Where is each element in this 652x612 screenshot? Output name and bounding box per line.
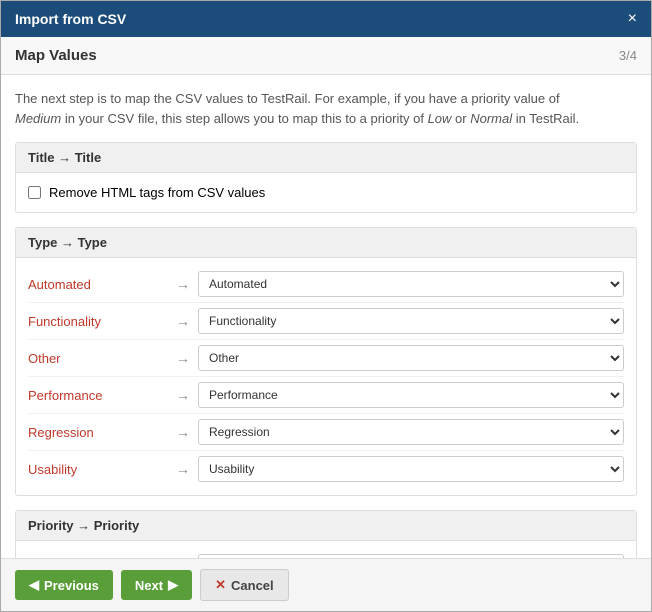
type-mapping-row: Automated→AutomatedFunctionalityOtherPer… [28,266,624,303]
type-select[interactable]: AutomatedFunctionalityOtherPerformanceRe… [198,456,624,482]
type-label: Performance [28,388,168,403]
arrow-icon: → [168,461,198,477]
remove-html-checkbox[interactable] [28,186,41,199]
type-label: Usability [28,462,168,477]
type-mapping-row: Regression→AutomatedFunctionalityOtherPe… [28,414,624,451]
type-section-header: Type → Type [16,228,636,258]
normal-text: Normal [470,111,512,126]
arrow-icon: → [168,313,198,329]
type-mapping-row: Usability→AutomatedFunctionalityOtherPer… [28,451,624,487]
type-select[interactable]: AutomatedFunctionalityOtherPerformanceRe… [198,345,624,371]
medium-text: Medium [15,111,61,126]
type-label: Functionality [28,314,168,329]
title-bar: Map Values 3/4 [1,37,651,75]
arrow-icon: → [168,424,198,440]
arrow-icon: → [168,387,198,403]
next-button[interactable]: Next ▶ [121,570,192,600]
dialog-header: Import from CSV × [1,1,651,37]
priority-mapping-row: High→1 - Don't Test2 - Low3 - Test If Ti… [28,549,624,558]
title-section-body: Remove HTML tags from CSV values [16,173,636,212]
cancel-label: Cancel [231,578,274,593]
dialog-body: The next step is to map the CSV values t… [1,75,651,558]
prev-icon: ◀ [29,577,39,593]
type-label: Automated [28,277,168,292]
cancel-button[interactable]: ✕ Cancel [200,569,289,601]
priority-section: Priority → Priority High→1 - Don't Test2… [15,510,637,558]
import-dialog: Import from CSV × Map Values 3/4 The nex… [0,0,652,612]
priority-section-header: Priority → Priority [16,511,636,541]
description-text: The next step is to map the CSV values t… [15,89,637,128]
low-text: Low [428,111,452,126]
type-mapping-row: Performance→AutomatedFunctionalityOtherP… [28,377,624,414]
prev-label: Previous [44,578,99,593]
type-section-body: Automated→AutomatedFunctionalityOtherPer… [16,258,636,495]
remove-html-row: Remove HTML tags from CSV values [28,181,624,204]
close-button[interactable]: × [628,11,637,27]
type-mapping-row: Functionality→AutomatedFunctionalityOthe… [28,303,624,340]
priority-section-body: High→1 - Don't Test2 - Low3 - Test If Ti… [16,541,636,558]
dialog-footer: ◀ Previous Next ▶ ✕ Cancel [1,558,651,611]
type-select[interactable]: AutomatedFunctionalityOtherPerformanceRe… [198,382,624,408]
type-select[interactable]: AutomatedFunctionalityOtherPerformanceRe… [198,308,624,334]
cancel-icon: ✕ [215,577,226,593]
section-title: Map Values [15,47,97,64]
type-select[interactable]: AutomatedFunctionalityOtherPerformanceRe… [198,419,624,445]
arrow-icon: → [168,276,198,292]
type-mapping-row: Other→AutomatedFunctionalityOtherPerform… [28,340,624,377]
next-label: Next [135,578,163,593]
title-section: Title → Title Remove HTML tags from CSV … [15,142,637,213]
arrow-icon: → [168,350,198,366]
type-section: Type → Type Automated→AutomatedFunctiona… [15,227,637,496]
type-label: Regression [28,425,168,440]
remove-html-label: Remove HTML tags from CSV values [49,185,265,200]
next-icon: ▶ [168,577,178,593]
type-label: Other [28,351,168,366]
title-section-header: Title → Title [16,143,636,173]
dialog-title: Import from CSV [15,11,126,27]
previous-button[interactable]: ◀ Previous [15,570,113,600]
step-indicator: 3/4 [619,48,637,63]
type-select[interactable]: AutomatedFunctionalityOtherPerformanceRe… [198,271,624,297]
